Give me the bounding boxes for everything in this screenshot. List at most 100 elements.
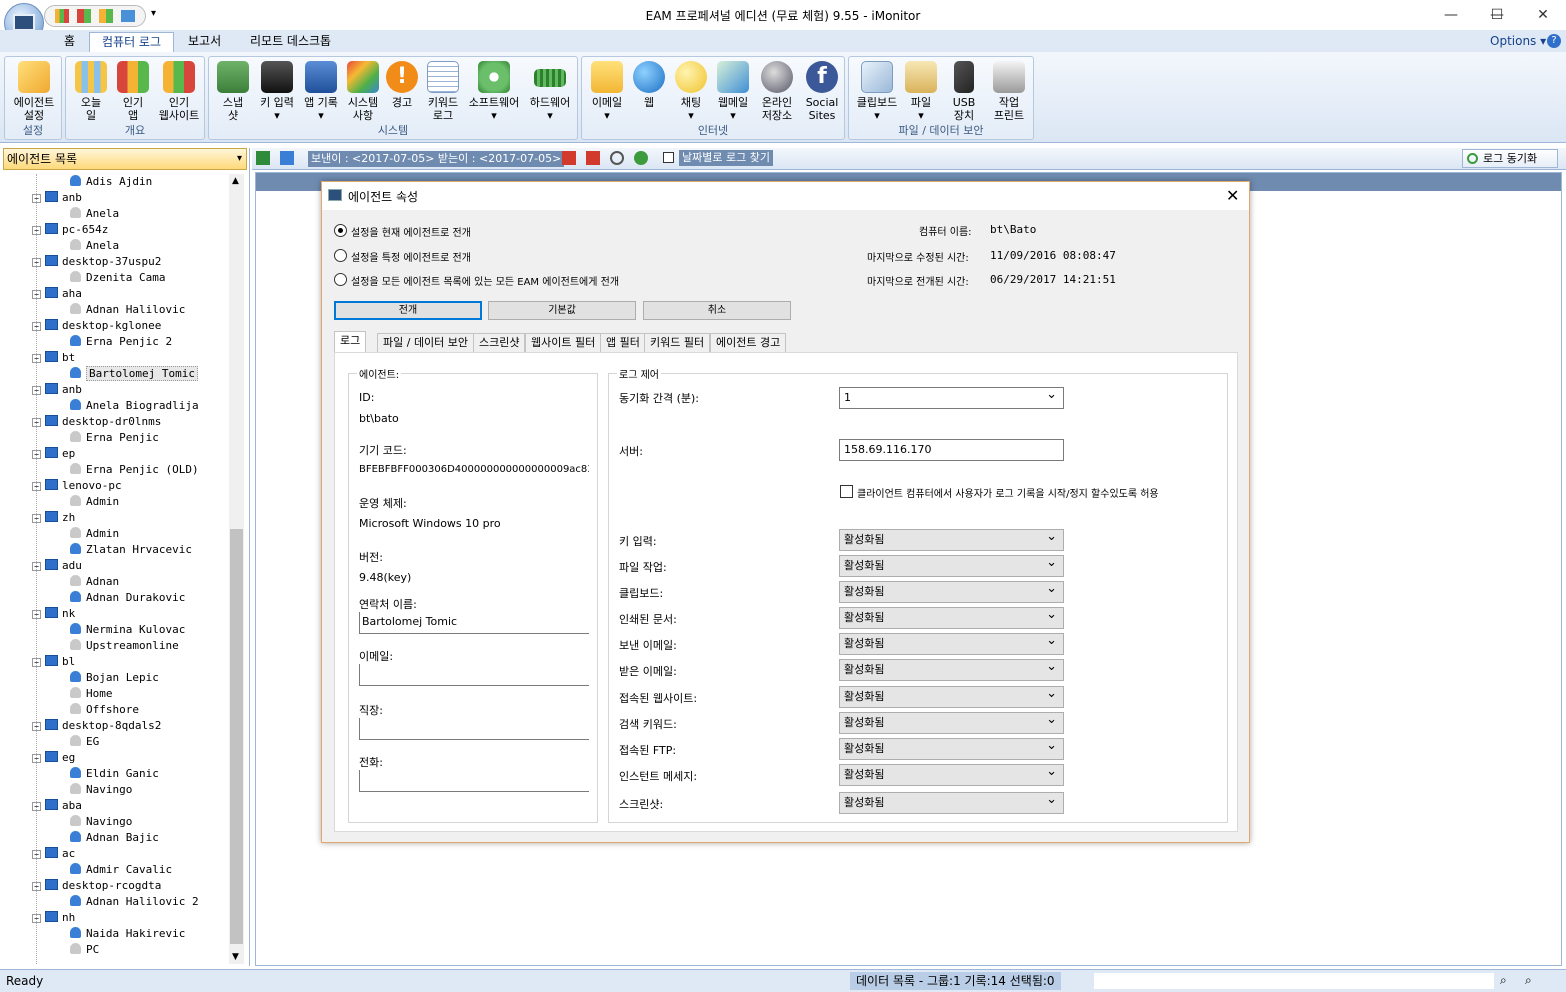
webmail-button[interactable]: 웹메일 ▾ <box>712 61 754 122</box>
email-button[interactable]: 이메일 ▾ <box>586 61 628 122</box>
collapse-icon[interactable]: − <box>32 722 41 731</box>
tree-user-node[interactable]: Offshore <box>70 702 139 718</box>
tree-computer-node[interactable]: − anb <box>32 190 82 206</box>
tree-user-node[interactable]: Adnan <box>70 574 119 590</box>
collapse-icon[interactable]: − <box>32 882 41 891</box>
tree-user-node[interactable]: Adnan Halilovic 2 <box>70 894 199 910</box>
allow-client-checkbox[interactable] <box>840 485 853 498</box>
tab-computer-log[interactable]: 컴퓨터 로그 <box>89 32 175 52</box>
tree-scrollbar[interactable]: ▲ ▼ <box>229 174 244 964</box>
tree-computer-node[interactable]: − adu <box>32 558 82 574</box>
collapse-icon[interactable]: − <box>32 914 41 923</box>
tree-user-node[interactable]: Zlatan Hrvacevic <box>70 542 192 558</box>
tree-computer-node[interactable]: − desktop-rcogdta <box>32 878 161 894</box>
minimize-icon[interactable]: — <box>1428 0 1474 30</box>
scroll-up-icon[interactable]: ▲ <box>232 176 239 186</box>
chart-icon[interactable] <box>55 9 69 23</box>
tree-user-node[interactable]: Navingo <box>70 782 132 798</box>
collapse-icon[interactable]: − <box>32 754 41 763</box>
tree-computer-node[interactable]: − zh <box>32 510 75 526</box>
tree-user-node[interactable]: Navingo <box>70 814 132 830</box>
tree-user-node[interactable]: Eldin Ganic <box>70 766 159 782</box>
tree-computer-node[interactable]: − aha <box>32 286 82 302</box>
tree-user-node[interactable]: Admin <box>70 494 119 510</box>
print-button[interactable]: 작업 프린트 <box>985 61 1033 122</box>
radio-deploy-specific[interactable] <box>334 249 347 262</box>
tree-user-node[interactable]: Erna Penjic 2 <box>70 334 172 350</box>
tree-user-node[interactable]: Adnan Halilovic <box>70 302 185 318</box>
collapse-icon[interactable]: − <box>32 354 41 363</box>
collapse-icon[interactable]: − <box>32 450 41 459</box>
calendar-to-icon[interactable] <box>586 151 600 165</box>
agent-setting-button[interactable]: 에이전트 설정 <box>7 61 61 122</box>
tree-computer-node[interactable]: − desktop-kglonee <box>32 318 161 334</box>
log-setting-select[interactable]: 활성화됨 <box>839 579 1064 603</box>
calendar-from-icon[interactable] <box>562 151 576 165</box>
maximize-button[interactable]: ☐ <box>1474 0 1520 30</box>
log-setting-select[interactable]: 활성화됨 <box>839 527 1064 551</box>
zoom-in-icon[interactable]: ⌕ <box>1525 973 1532 988</box>
log-setting-select[interactable]: 활성화됨 <box>839 631 1064 655</box>
log-setting-select[interactable]: 활성화됨 <box>839 605 1064 629</box>
tree-user-node[interactable]: Admin <box>70 526 119 542</box>
tree-computer-node[interactable]: − bt <box>32 350 75 366</box>
snapshot-button[interactable]: 스냅 샷 <box>213 61 253 122</box>
collapse-icon[interactable]: − <box>32 194 41 203</box>
tree-user-node[interactable]: Home <box>70 686 113 702</box>
tree-user-node[interactable]: EG <box>70 734 99 750</box>
log-setting-select[interactable]: 활성화됨 <box>839 790 1064 814</box>
server-input[interactable]: 158.69.116.170 <box>839 439 1064 461</box>
go-icon[interactable] <box>634 151 648 165</box>
collapse-icon[interactable]: − <box>32 226 41 235</box>
sync-interval-select[interactable]: 1 <box>839 385 1064 409</box>
dialog-close-icon[interactable]: ✕ <box>1226 186 1239 205</box>
tree-computer-node[interactable]: − nk <box>32 606 75 622</box>
radio-deploy-all[interactable] <box>334 273 347 286</box>
tab-agent-alert[interactable]: 에이전트 경고 <box>710 333 787 352</box>
tree-user-node[interactable]: Anela <box>70 238 119 254</box>
usb-button[interactable]: USB 장치 <box>943 61 985 122</box>
log-setting-select[interactable]: 활성화됨 <box>839 684 1064 708</box>
tree-user-node[interactable]: Anela Biogradlija <box>70 398 199 414</box>
scroll-down-icon[interactable]: ▼ <box>232 952 239 962</box>
search-by-date-checkbox[interactable] <box>663 152 674 163</box>
tree-computer-node[interactable]: − ac <box>32 846 75 862</box>
tab-home[interactable]: 홈 <box>52 32 87 52</box>
tree-computer-node[interactable]: − desktop-37uspu2 <box>32 254 161 270</box>
tree-computer-node[interactable]: − aba <box>32 798 82 814</box>
system-events-button[interactable]: 시스템 사항 <box>343 61 383 122</box>
tab-keyword-filter[interactable]: 키워드 필터 <box>644 333 711 352</box>
tree-computer-node[interactable]: − nh <box>32 910 75 926</box>
tab-reports[interactable]: 보고서 <box>176 32 233 52</box>
contact-field[interactable]: Bartolomej Tomic <box>359 612 589 634</box>
tab-screenshot[interactable]: 스크린샷 <box>473 333 526 352</box>
tab-file-security[interactable]: 파일 / 데이터 보안 <box>377 333 475 352</box>
popular-web-button[interactable]: 인기 웹사이트 <box>154 61 204 122</box>
qat-dropdown-icon[interactable]: ▾ <box>151 8 156 19</box>
tree-user-node[interactable]: Bartolomej Tomic <box>70 366 198 382</box>
collapse-icon[interactable]: − <box>32 514 41 523</box>
cancel-button[interactable]: 취소 <box>643 301 791 320</box>
deploy-button[interactable]: 전개 <box>334 301 482 320</box>
radio-deploy-current[interactable] <box>334 224 347 237</box>
tree-computer-node[interactable]: − anb <box>32 382 82 398</box>
tree-computer-node[interactable]: − desktop-dr0lnms <box>32 414 161 430</box>
zoom-out-icon[interactable]: ⌕ <box>1500 973 1507 988</box>
tree-computer-node[interactable]: − pc-654z <box>32 222 108 238</box>
refresh-icon[interactable] <box>280 151 294 165</box>
phone-field[interactable] <box>359 770 589 792</box>
collapse-icon[interactable]: − <box>32 658 41 667</box>
collapse-icon[interactable]: − <box>32 610 41 619</box>
agent-list-header[interactable]: 에이전트 목록 ▾ <box>3 148 247 170</box>
log-setting-select[interactable]: 활성화됨 <box>839 762 1064 786</box>
tree-computer-node[interactable]: − eg <box>32 750 75 766</box>
tree-computer-node[interactable]: − ep <box>32 446 75 462</box>
social-sites-button[interactable]: f Social Sites <box>800 61 844 122</box>
dropdown-arrow-icon[interactable]: ▾ <box>237 149 242 169</box>
software-button[interactable]: 소프트웨어 ▾ <box>465 61 523 122</box>
today-button[interactable]: 오늘 일 <box>70 61 112 122</box>
clipboard-button[interactable]: 클립보드 ▾ <box>853 61 901 122</box>
tab-app-filter[interactable]: 앱 필터 <box>600 333 646 352</box>
sync-logs-button[interactable]: 로그 동기화 <box>1462 149 1558 168</box>
options-menu[interactable]: Options ▾ <box>1490 34 1546 48</box>
